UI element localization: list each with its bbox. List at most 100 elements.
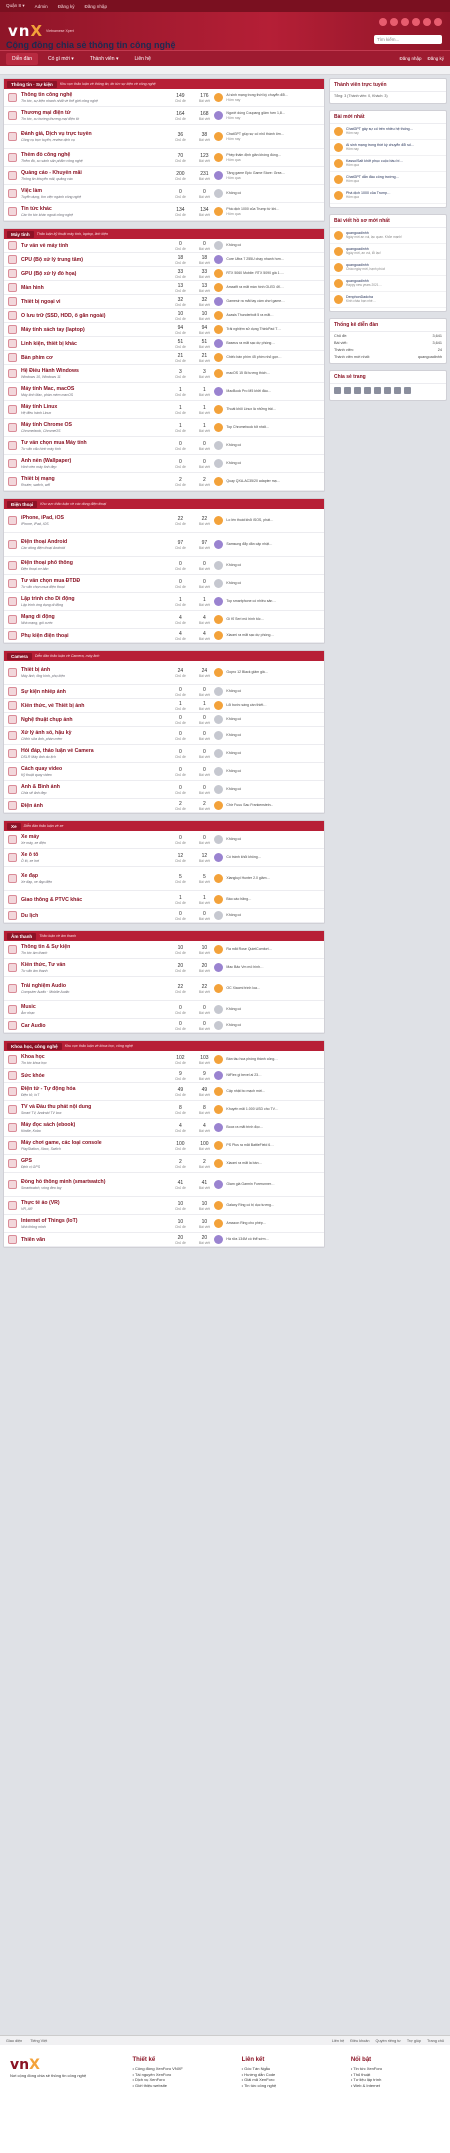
avatar[interactable] (214, 1141, 224, 1150)
last-post[interactable]: Hà rửa 134M có thể sớm… (214, 1235, 324, 1244)
forum-node[interactable]: Máy tính xách tay (laptop) 94 Chủ đề 94 Bài … (4, 323, 324, 337)
forum-node-title[interactable]: Tư vấn về máy tính (21, 243, 170, 249)
topbar-link[interactable]: Đăng nhập (85, 4, 107, 9)
avatar[interactable] (214, 1071, 224, 1080)
avatar[interactable] (334, 263, 343, 272)
last-post[interactable]: Không có (214, 1005, 324, 1014)
last-post[interactable]: Không có (214, 579, 324, 588)
avatar[interactable] (214, 579, 224, 588)
forum-node[interactable]: Điện thoại phổ thông Điện thoại cơ bản 0 Ch… (4, 557, 324, 575)
avatar[interactable] (214, 911, 224, 920)
forum-node-title[interactable]: Điện thoại phổ thông (21, 560, 170, 566)
last-post-title[interactable]: Acasis Thunderbolt 5 ra mắt… (226, 313, 273, 317)
last-post[interactable]: Cập nhật bo mạch mới… (214, 1087, 324, 1096)
avatar[interactable] (214, 1219, 224, 1228)
last-post-title[interactable]: Không có (226, 563, 241, 567)
forum-node-title[interactable]: Mạng di động (21, 614, 170, 620)
last-post[interactable]: Core Ultra 7 255U chạy nhanh hơn… (214, 255, 324, 264)
footer-bar-link[interactable]: Liên hệ (332, 2039, 344, 2043)
last-post-title[interactable]: Amazon Ring cho phép… (226, 1221, 266, 1225)
forum-node[interactable]: Cách quay video Kỹ thuật quay video 0 Chủ đ… (4, 763, 324, 781)
tumblr-share-icon[interactable] (374, 387, 381, 394)
forum-node-title[interactable]: Thông tin công nghệ (21, 92, 170, 98)
forum-node[interactable]: Hỏi đáp, thảo luận về Camera DSLR Máy ảnh… (4, 745, 324, 763)
forum-node[interactable]: Tư vấn về máy tính 0 Chủ đề 0 Bài viết Không … (4, 239, 324, 253)
nav-account-link[interactable]: Đăng ký (427, 56, 444, 61)
footer-link[interactable]: • Web & Internet (351, 2083, 440, 2089)
last-post-title[interactable]: Có tránh khỏi không… (226, 855, 261, 859)
forum-node-title[interactable]: Điện thoại Android (21, 539, 170, 545)
last-post[interactable]: Lỗi bước sáng cần thiết… (214, 701, 324, 710)
last-post-title[interactable]: Không có (226, 443, 241, 447)
youtube-icon[interactable] (401, 18, 409, 26)
last-post-title[interactable]: Không có (226, 769, 241, 773)
forum-node-title[interactable]: Khoa học (21, 1054, 170, 1060)
forum-node-title[interactable]: Hỏi đáp, thảo luận về Camera (21, 748, 170, 754)
forum-node[interactable]: Đồng hồ thông minh (smartwatch) Smartwatc… (4, 1173, 324, 1197)
avatar[interactable] (214, 283, 224, 292)
avatar[interactable] (214, 1105, 224, 1114)
link-share-icon[interactable] (404, 387, 411, 394)
last-post-title[interactable]: Lỗi bước sáng cần thiết… (226, 703, 266, 707)
last-post[interactable]: PS Plus ra mắt BattleField 6… (214, 1141, 324, 1150)
avatar[interactable] (214, 516, 224, 525)
forum-node[interactable]: Xe đạp Xe đạp, xe đạp điện 5 Chủ đề 5 Bài viế… (4, 867, 324, 891)
avatar[interactable] (214, 423, 224, 432)
last-post-title[interactable]: Thoát khỏi Linux là những trải… (226, 407, 276, 411)
facebook-share-icon[interactable] (334, 387, 341, 394)
forum-node-title[interactable]: Lập trình cho Di động (21, 596, 170, 602)
forum-node[interactable]: Du lịch 0 Chủ đề 0 Bài viết Không có (4, 909, 324, 923)
last-post[interactable]: Baseus ra mắt sạc dự phòng… (214, 339, 324, 348)
forum-node-title[interactable]: Xe ô tô (21, 852, 170, 858)
profile-post-item[interactable]: quangoadinhh Ngày mới an vui, lạc quan. K… (330, 228, 446, 244)
footer-bar-link[interactable]: Trang chủ (427, 2039, 444, 2043)
forum-node[interactable]: Giao thông & PTVC khác 1 Chủ đề 1 Bài viết Bá… (4, 891, 324, 909)
forum-node[interactable]: Ảnh & Bình ảnh Chia sẻ ảnh đẹp 0 Chủ đề 0 Bài… (4, 781, 324, 799)
forum-node-title[interactable]: Xử lý ảnh số, hậu kỳ (21, 730, 170, 736)
last-post[interactable]: Boox ra mắt trình đọc… (214, 1123, 324, 1132)
last-post-title[interactable]: Không có (226, 1023, 241, 1027)
forum-node-title[interactable]: Máy đọc sách (ebook) (21, 1122, 170, 1128)
forum-node[interactable]: iPhone, iPad, iOS iPhone, iPad, iOS 22 Chủ … (4, 509, 324, 533)
avatar[interactable] (214, 325, 224, 334)
avatar[interactable] (214, 153, 224, 162)
last-post-title[interactable]: Bán tàu hoa phóng thành công… (226, 1057, 277, 1061)
forum-node[interactable]: Điện ảnh 2 Chủ đề 2 Bài viết Chờ Fuuu Sau Fra… (4, 799, 324, 813)
last-post[interactable]: Gamesir ra mắt tay cầm chơi game… (214, 297, 324, 306)
last-post[interactable]: Không có (214, 731, 324, 740)
last-post-title[interactable]: Core Ultra 7 255U chạy nhanh hơn… (226, 257, 284, 261)
forum-node-title[interactable]: Máy chơi game, các loại console (21, 1140, 170, 1146)
forum-node-title[interactable]: Tư vấn chọn mua ĐTDĐ (21, 578, 170, 584)
forum-node[interactable]: Tin tức khác Các tin tức khác ngoài công … (4, 203, 324, 221)
avatar[interactable] (334, 279, 343, 288)
forum-node[interactable]: Linh kiện, thiết bị khác 51 Chủ đề 51 Bài vi… (4, 337, 324, 351)
last-post[interactable]: Xiangluyi Hunter 2.0 giảm… (214, 874, 324, 883)
avatar[interactable] (214, 207, 224, 216)
last-post[interactable]: Chờ Fuuu Sau Frankenstein... (214, 801, 324, 810)
forum-node-title[interactable]: Đồng hồ thông minh (smartwatch) (21, 1179, 170, 1185)
forum-node-title[interactable]: GPU (Bộ xử lý đồ họa) (21, 271, 170, 277)
new-post-item[interactable]: Phá dịch 1000 của Trump… Hôm qua (330, 188, 446, 204)
avatar[interactable] (214, 1180, 224, 1189)
forum-node-title[interactable]: iPhone, iPad, iOS (21, 515, 170, 521)
forum-node-title[interactable]: Ảnh & Bình ảnh (21, 784, 170, 790)
last-post[interactable]: Lo lèn thoát khỏi iSOS, phát… (214, 516, 324, 525)
category-title[interactable]: Camera (7, 652, 32, 660)
forum-node[interactable]: Thông tin & Sự kiện Tin tức âm thanh 10 Chủ… (4, 941, 324, 959)
search-input[interactable]: Tìm kiếm... (374, 35, 442, 44)
forum-node[interactable]: Car Audio 0 Chủ đề 0 Bài viết Không có (4, 1019, 324, 1033)
avatar[interactable] (214, 853, 224, 862)
avatar[interactable] (334, 231, 343, 240)
forum-node-title[interactable]: Thiết bị ảnh (21, 667, 170, 673)
topbar-link[interactable]: Quận 8 ▾ (6, 3, 25, 9)
forum-node-title[interactable]: Màn hình (21, 285, 170, 291)
last-post-title[interactable]: Xiangluyi Hunter 2.0 giảm… (226, 876, 270, 880)
forum-node[interactable]: Đánh giá, Dịch vụ trực tuyến Công cụ trực… (4, 125, 324, 149)
last-post[interactable]: Ra mắt Rose QuietComfort… (214, 945, 324, 954)
topbar-link[interactable]: Đăng ký (58, 4, 75, 9)
avatar[interactable] (214, 93, 224, 102)
forum-node[interactable]: Máy tính Linux Hệ điều hành Linux 1 Chủ đề 1… (4, 401, 324, 419)
forum-node-title[interactable]: Xe máy (21, 834, 170, 840)
avatar[interactable] (334, 295, 343, 304)
avatar[interactable] (214, 189, 224, 198)
